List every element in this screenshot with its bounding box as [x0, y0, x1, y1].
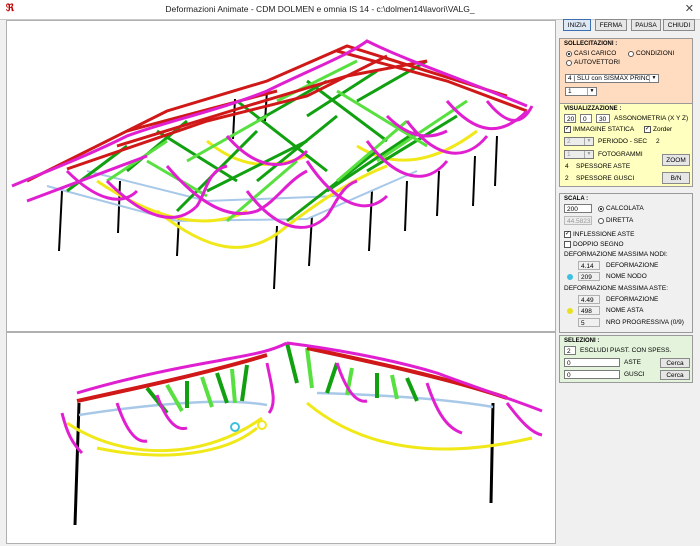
casi-carico-radio[interactable]: [566, 51, 572, 57]
index-select[interactable]: 1 ▼: [565, 87, 597, 96]
escludi-spessore-label: ESCLUDI PIAST. CON SPESS.: [580, 347, 672, 354]
diretta-radio[interactable]: [598, 218, 604, 224]
ferma-button[interactable]: FERMA: [595, 19, 627, 31]
node-marker-icon: [567, 274, 573, 280]
axon-y-field[interactable]: 0: [580, 114, 592, 123]
spessore-gusci-label: SPESSORE GUSCI: [576, 175, 635, 182]
gusci-field[interactable]: 0: [564, 370, 620, 379]
aste-field[interactable]: 0: [564, 358, 620, 367]
nome-asta-value: 498: [578, 306, 600, 315]
condizioni-label: CONDIZIONI: [636, 50, 675, 57]
elevation-deformed-structure: [60, 341, 543, 526]
inflessione-aste-label: INFLESSIONE ASTE: [573, 231, 635, 238]
periodo-label: PERIODO - SEC: [598, 138, 648, 145]
escludi-spessore-field[interactable]: 2: [564, 346, 576, 355]
elevation-view[interactable]: [6, 332, 556, 544]
casi-carico-select-value: 4 | SLU con SISMAX PRINC: [568, 75, 651, 82]
zorder-label: Zorder: [653, 126, 673, 133]
fotogrammi-label: FOTOGRAMMI: [598, 151, 643, 158]
axonometric-deformed-structure: [11, 39, 534, 290]
axon-z-field[interactable]: 30: [596, 114, 610, 123]
zoom-button[interactable]: ZOOM: [662, 154, 690, 166]
axonometric-view[interactable]: [6, 20, 556, 332]
asta-marker-icon: [567, 308, 573, 314]
title-bar: ℜ Deformazioni Animate - CDM DOLMEN e om…: [0, 0, 700, 20]
assonometria-label: ASSONOMETRIA (X Y Z): [614, 115, 689, 122]
bn-button[interactable]: B/N: [662, 172, 690, 184]
fotogrammi-select[interactable]: 1 ▼: [564, 150, 594, 159]
spessore-gusci-value: 2: [565, 175, 569, 182]
selezioni-panel: SELEZIONI : 2 ESCLUDI PIAST. CON SPESS. …: [559, 335, 693, 383]
chevron-down-icon: ▼: [584, 151, 593, 158]
def-max-nodi-label: DEFORMAZIONE MASSIMA NODI:: [564, 251, 668, 258]
periodo-select-value: 2: [567, 138, 571, 145]
chevron-down-icon: ▼: [587, 88, 596, 95]
cerca-aste-button[interactable]: Cerca: [660, 358, 690, 368]
cerca-gusci-button[interactable]: Cerca: [660, 370, 690, 380]
chevron-down-icon: ▼: [649, 75, 658, 82]
calcolata-radio[interactable]: [598, 206, 604, 212]
sollecitazioni-title: SOLLECITAZIONI :: [564, 41, 618, 47]
immagine-statica-checkbox[interactable]: ✓: [564, 126, 571, 133]
nome-asta-label: NOME ASTA: [606, 307, 644, 314]
control-panel: INIZIA FERMA PAUSA CHIUDI SOLLECITAZIONI…: [556, 19, 700, 546]
nome-nodo-value: 209: [578, 272, 600, 281]
chevron-down-icon: ▼: [584, 138, 593, 145]
periodo-select[interactable]: 2 ▼: [564, 137, 594, 146]
scala-title: SCALA :: [564, 196, 589, 202]
scala-calcolata-field[interactable]: 200: [564, 204, 592, 213]
inflessione-aste-checkbox[interactable]: ✓: [564, 231, 571, 238]
chiudi-button[interactable]: CHIUDI: [663, 19, 695, 31]
nro-progressiva-value: 5: [578, 318, 600, 327]
pausa-button[interactable]: PAUSA: [631, 19, 661, 31]
immagine-statica-label: IMMAGINE STATICA: [573, 126, 635, 133]
inizia-button[interactable]: INIZIA: [563, 19, 591, 31]
axon-x-field[interactable]: 20: [564, 114, 576, 123]
window-close-icon[interactable]: ✕: [685, 2, 694, 15]
nodo-deformazione-value: 4.14: [578, 261, 600, 270]
condizioni-radio[interactable]: [628, 51, 634, 57]
calcolata-label: CALCOLATA: [606, 205, 644, 212]
autovettori-label: AUTOVETTORI: [574, 59, 620, 66]
zorder-checkbox[interactable]: ✓: [644, 126, 651, 133]
scala-diretta-field[interactable]: 44.5823: [564, 216, 592, 225]
autovettori-radio[interactable]: [566, 60, 572, 66]
casi-carico-select[interactable]: 4 | SLU con SISMAX PRINC ▼: [565, 74, 659, 83]
asta-deformazione-label: DEFORMAZIONE: [606, 296, 659, 303]
nro-progressiva-label: NRO PROGRESSIVA (0/9): [606, 319, 684, 326]
scala-panel: SCALA : 200 CALCOLATA 44.5823 DIRETTA ✓ …: [559, 193, 693, 333]
nome-nodo-label: NOME NODO: [606, 273, 647, 280]
index-select-value: 1: [568, 88, 572, 95]
doppio-segno-checkbox[interactable]: [564, 241, 571, 248]
nodo-deformazione-label: DEFORMAZIONE: [606, 262, 659, 269]
spessore-aste-value: 4: [565, 163, 569, 170]
aste-label: ASTE: [624, 359, 641, 366]
periodo-sec-value: 2: [656, 138, 660, 145]
selezioni-title: SELEZIONI :: [564, 338, 600, 344]
doppio-segno-label: DOPPIO SEGNO: [573, 241, 624, 248]
visualizzazione-panel: VISUALIZZAZIONE : 20 0 30 ASSONOMETRIA (…: [559, 103, 693, 187]
asta-deformazione-value: 4.49: [578, 295, 600, 304]
casi-carico-label: CASI CARICO: [574, 50, 617, 57]
gusci-label: GUSCI: [624, 371, 645, 378]
visualizzazione-title: VISUALIZZAZIONE :: [564, 106, 622, 112]
diretta-label: DIRETTA: [606, 217, 634, 224]
window-title: Deformazioni Animate - CDM DOLMEN e omni…: [165, 4, 475, 14]
spessore-aste-label: SPESSORE ASTE: [576, 163, 631, 170]
fotogrammi-select-value: 1: [567, 151, 571, 158]
def-max-aste-label: DEFORMAZIONE MASSIMA ASTE:: [564, 285, 669, 292]
